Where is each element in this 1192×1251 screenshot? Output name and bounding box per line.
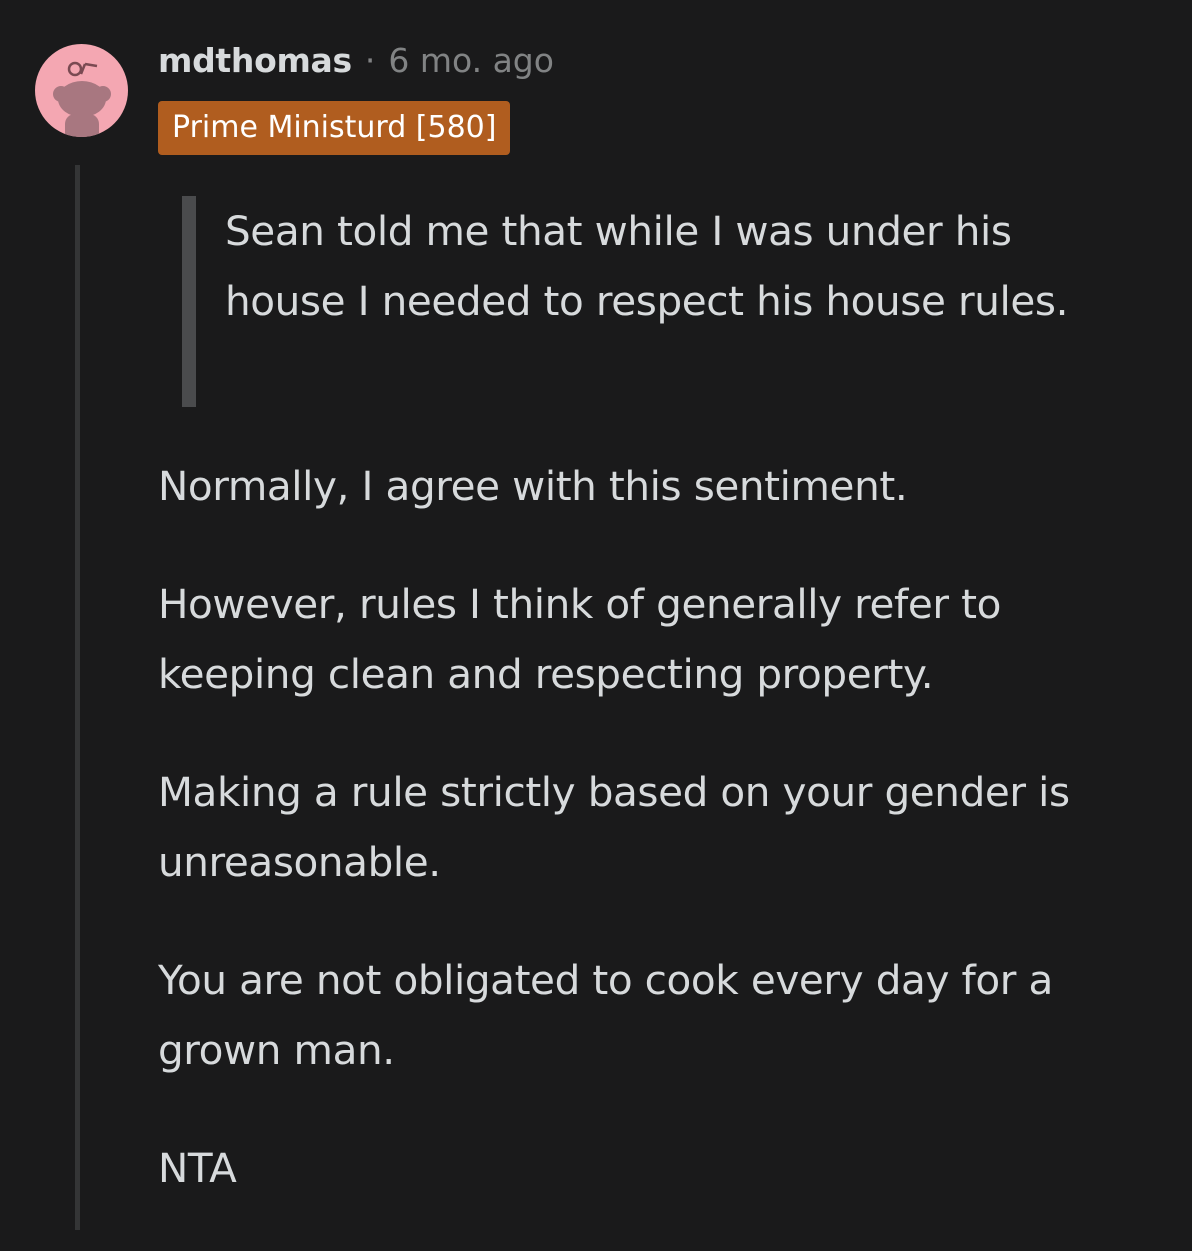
user-flair: Prime Ministurd [580] — [158, 101, 511, 155]
comment-meta: mdthomas · 6 mo. ago — [158, 38, 554, 82]
blockquote-bar — [182, 196, 196, 407]
comment-timestamp[interactable]: 6 mo. ago — [388, 41, 554, 80]
author-link[interactable]: mdthomas — [158, 41, 352, 80]
comment: mdthomas · 6 mo. ago Prime Ministurd [58… — [0, 0, 1192, 1230]
snoo-avatar-icon — [53, 61, 111, 137]
blockquote-text: Sean told me that while I was under his … — [225, 207, 1069, 325]
comment-paragraph: You are not obligated to cook every day … — [158, 956, 1053, 1074]
comment-body: Sean told me that while I was under his … — [158, 196, 1138, 1251]
meta-separator: · — [364, 40, 376, 80]
blockquote: Sean told me that while I was under his … — [182, 196, 1138, 407]
comment-paragraph: Making a rule strictly based on your gen… — [158, 768, 1070, 886]
comment-paragraph: Normally, I agree with this sentiment. — [158, 462, 908, 510]
thread-collapse-line[interactable] — [75, 165, 80, 1230]
avatar[interactable] — [35, 44, 128, 137]
comment-paragraph: However, rules I think of generally refe… — [158, 580, 1002, 698]
comment-paragraph: NTA — [158, 1144, 237, 1192]
